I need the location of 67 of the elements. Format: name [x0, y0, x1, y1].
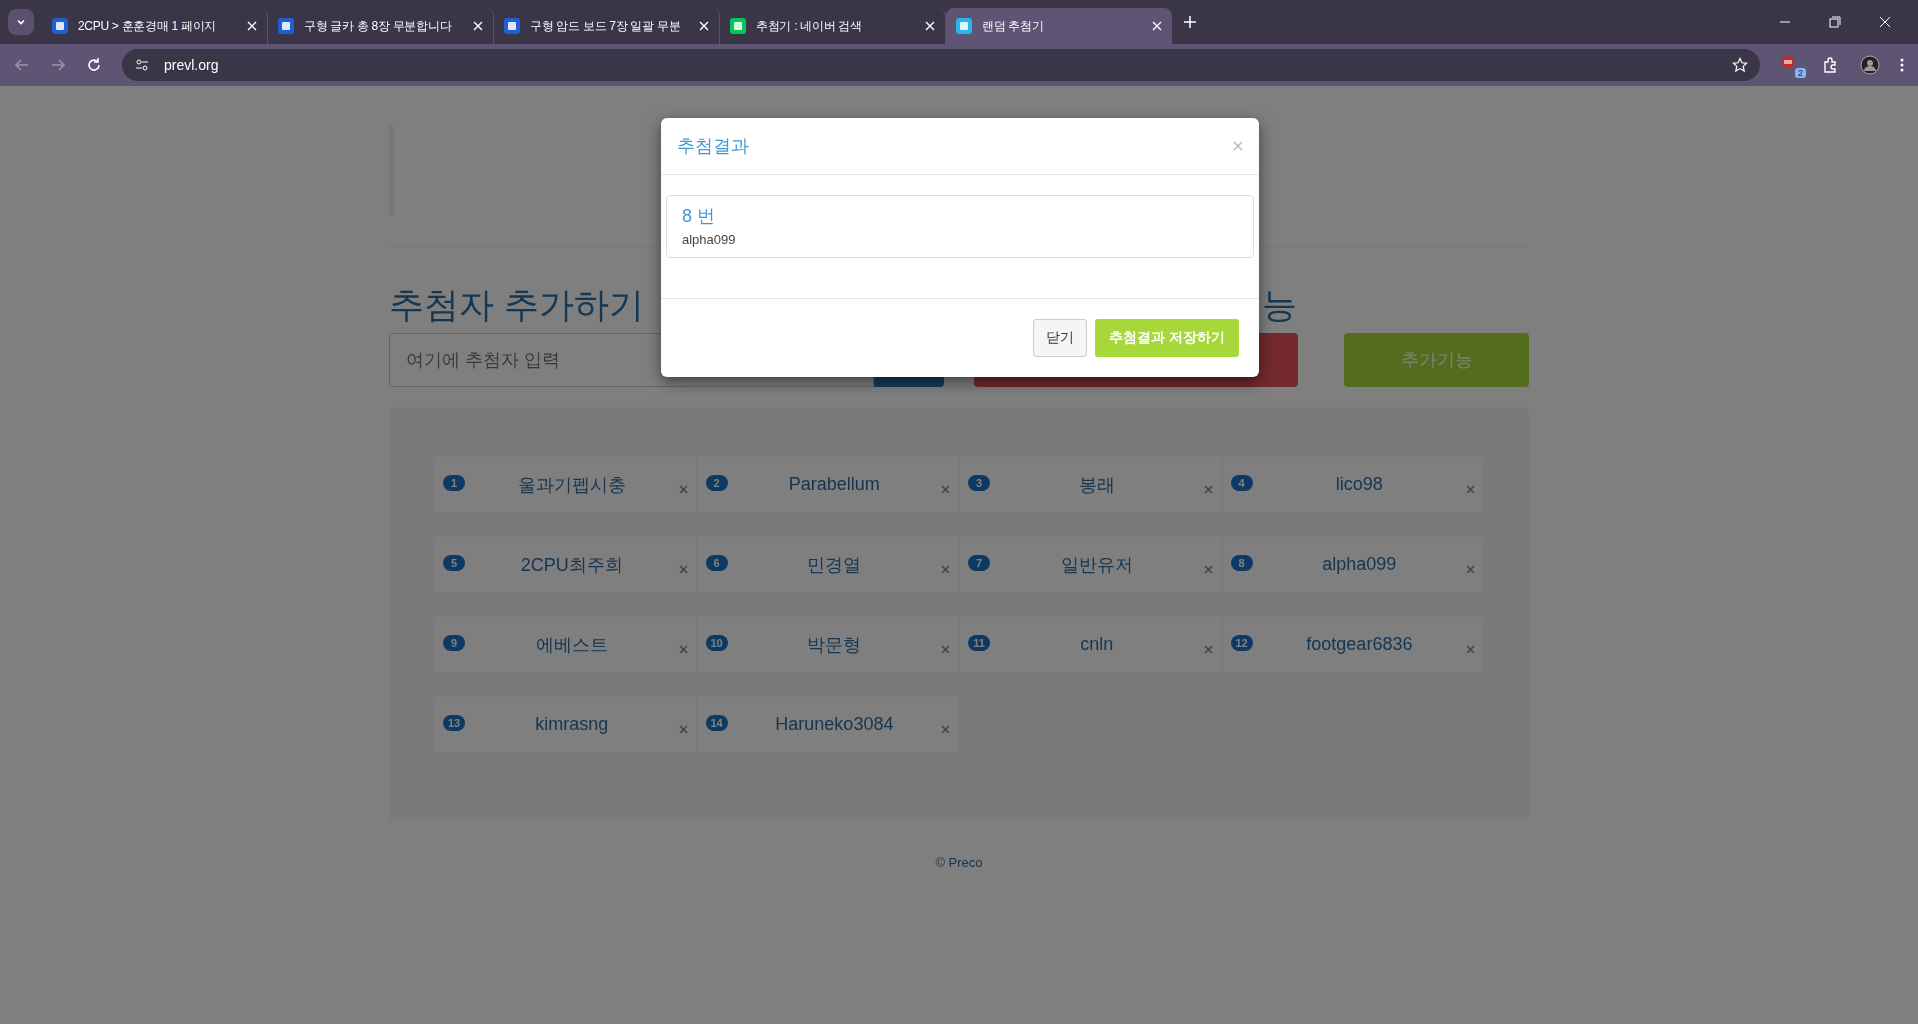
- number-badge: 9: [443, 635, 465, 651]
- number-badge: 13: [443, 715, 466, 731]
- remove-icon[interactable]: [678, 565, 688, 574]
- site-icon: [52, 18, 68, 34]
- back-icon[interactable]: [14, 57, 30, 73]
- entry-name: lico98: [1334, 474, 1384, 495]
- result-name: alpha099: [682, 232, 737, 247]
- section-heading: 추첨자 추가하기: [389, 284, 644, 326]
- site-icon: [504, 18, 520, 34]
- close-button[interactable]: 닫기: [1033, 319, 1088, 357]
- entry-name: 봉래: [1077, 473, 1116, 497]
- tab-list-button[interactable]: [8, 9, 34, 35]
- remove-icon[interactable]: [1203, 645, 1213, 654]
- number-badge: 4: [1230, 475, 1253, 491]
- avatar-icon[interactable]: [1860, 55, 1880, 75]
- entry-name: 민경열: [806, 553, 863, 577]
- number-badge: 10: [705, 635, 728, 651]
- entry-name: footgear6836: [1305, 634, 1414, 655]
- site-icon: [956, 18, 972, 34]
- badge-count: 2: [1795, 68, 1806, 78]
- entry-name: Parabellum: [787, 474, 881, 495]
- number-badge: 11: [968, 635, 990, 651]
- section-heading: 능: [1262, 284, 1297, 326]
- address-field[interactable]: prevl.org: [122, 49, 1760, 81]
- browser-tab[interactable]: 랜덤 추첨기: [946, 8, 1172, 44]
- number-badge: 3: [968, 475, 990, 491]
- remove-icon[interactable]: [941, 565, 950, 574]
- number-badge: 6: [705, 555, 728, 571]
- number-badge: 5: [443, 555, 465, 571]
- result-number: 8 번: [682, 205, 716, 228]
- dialog-title: 추첨결과: [677, 135, 749, 158]
- number-badge: 14: [705, 715, 728, 731]
- entry-name: 2CPU최주희: [519, 553, 624, 577]
- entry-name: Haruneko3084: [774, 714, 895, 735]
- number-badge: 1: [443, 475, 465, 491]
- entry-name: kimrasng: [534, 714, 610, 735]
- number-badge: 12: [1230, 635, 1253, 651]
- restore-icon[interactable]: [1829, 16, 1841, 28]
- entry-name: alpha099: [1321, 554, 1398, 575]
- remove-icon[interactable]: [1466, 645, 1475, 654]
- site-icon: [730, 18, 746, 34]
- star-icon[interactable]: [1732, 57, 1748, 73]
- reload-icon[interactable]: [86, 57, 102, 73]
- remove-icon[interactable]: [941, 485, 950, 494]
- remove-icon[interactable]: [678, 725, 688, 734]
- entry-name: 박문형: [806, 633, 863, 657]
- number-badge: 7: [968, 555, 990, 571]
- entry-name: 에베스트: [534, 633, 609, 657]
- forward-icon[interactable]: [50, 57, 66, 73]
- remove-icon[interactable]: [1203, 565, 1213, 574]
- remove-icon[interactable]: [941, 645, 950, 654]
- remove-icon[interactable]: [1203, 485, 1213, 494]
- entry-name: 일반유저: [1059, 553, 1134, 577]
- entry-name: 울과기펩시충: [516, 473, 627, 497]
- number-badge: 8: [1230, 555, 1253, 571]
- site-settings-icon[interactable]: [134, 57, 150, 73]
- remove-icon[interactable]: [678, 645, 688, 654]
- new-tab-icon[interactable]: [1184, 16, 1196, 28]
- entry-name: cnln: [1079, 634, 1115, 655]
- site-icon: [278, 18, 294, 34]
- menu-icon[interactable]: [1900, 57, 1904, 73]
- remove-icon[interactable]: [1466, 485, 1475, 494]
- remove-icon[interactable]: [1466, 565, 1475, 574]
- number-badge: 2: [705, 475, 728, 491]
- remove-icon[interactable]: [678, 485, 688, 494]
- remove-icon[interactable]: [941, 725, 950, 734]
- footer-text: © Preco: [935, 855, 983, 870]
